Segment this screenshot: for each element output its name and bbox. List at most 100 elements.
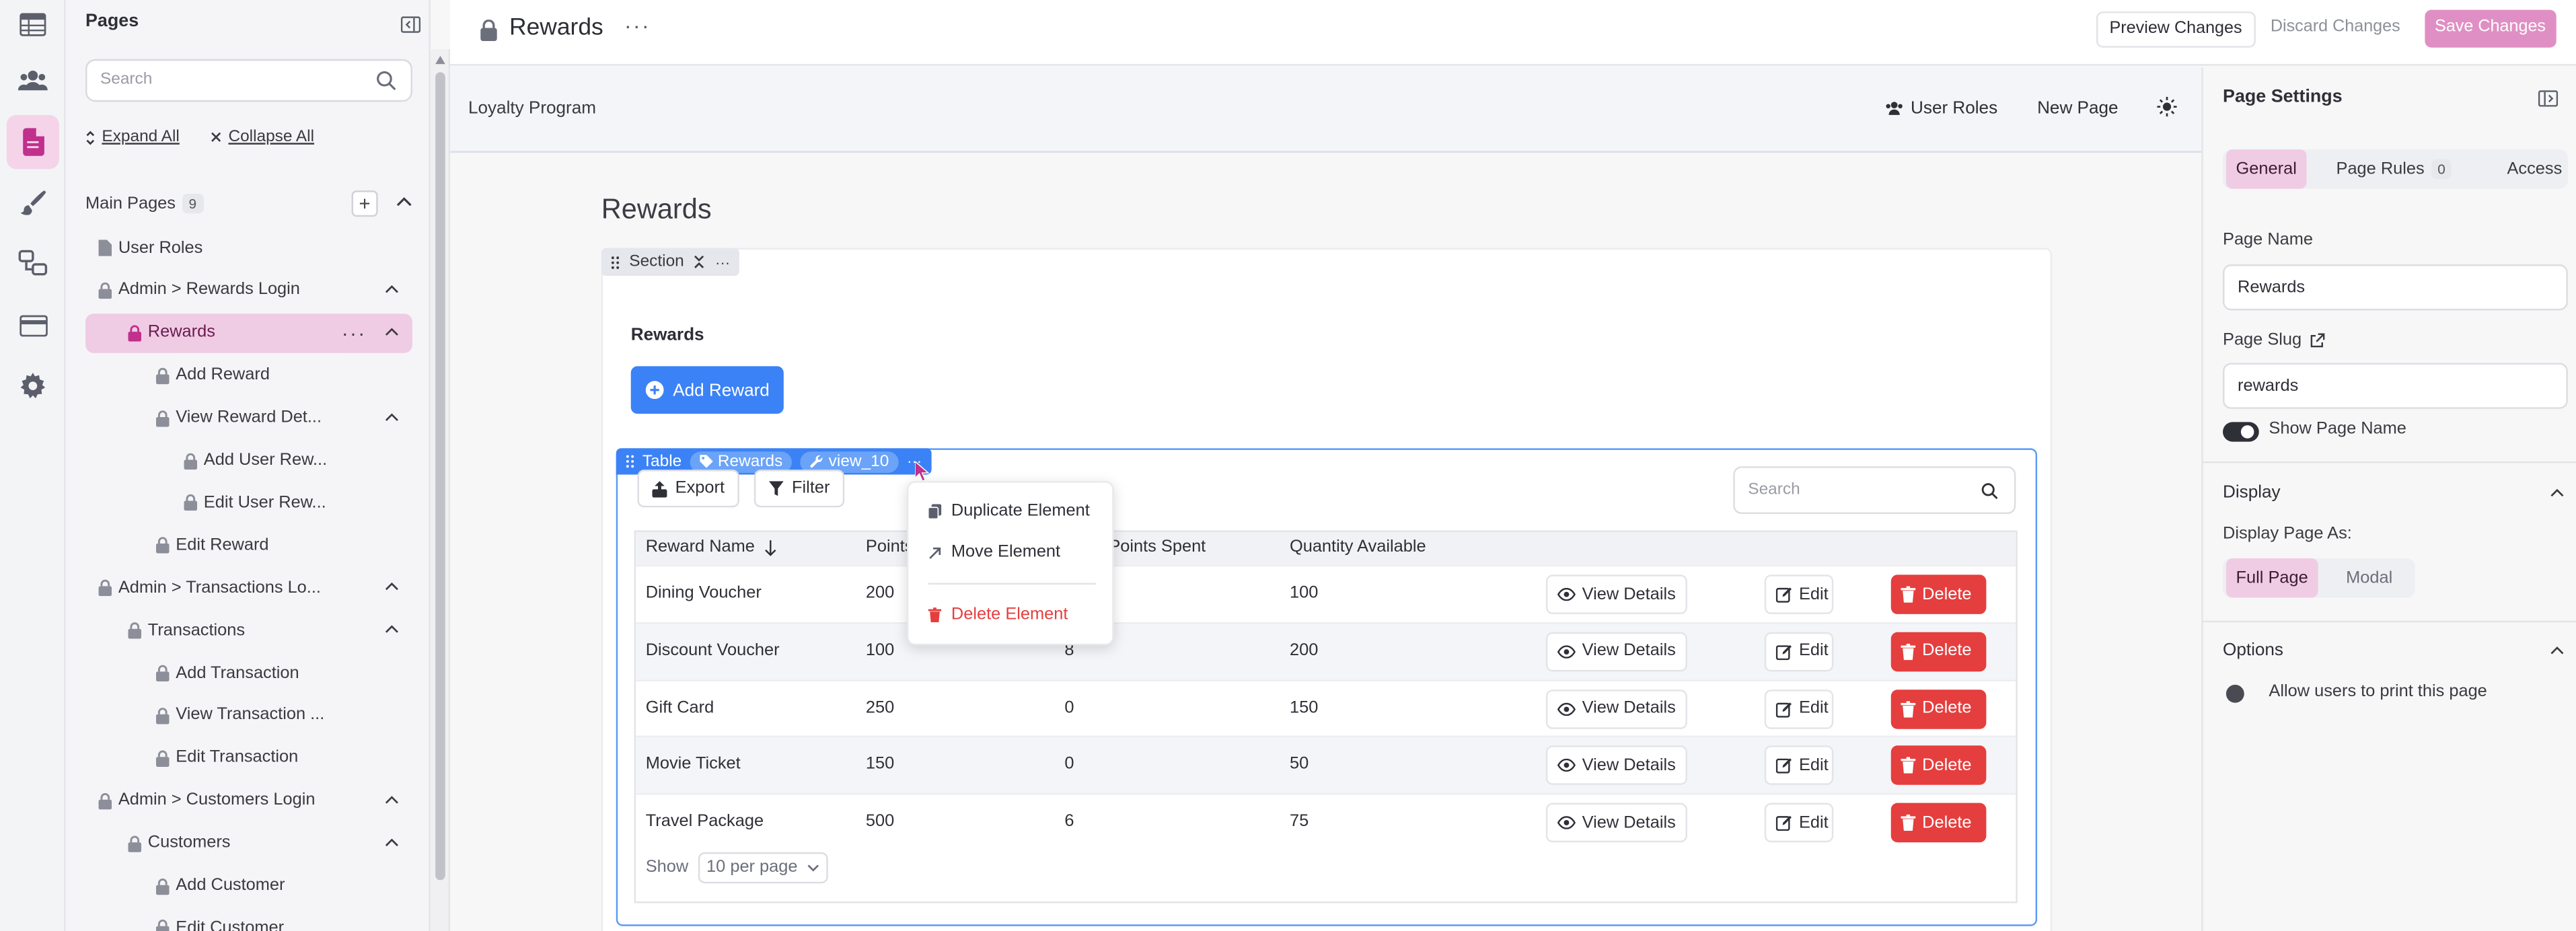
edit-button[interactable]: Edit <box>1764 689 1834 729</box>
view-details-button[interactable]: View Details <box>1545 632 1687 671</box>
delete-button[interactable]: Delete <box>1890 746 1987 786</box>
chevron-up-icon[interactable] <box>384 284 399 294</box>
add-reward-button[interactable]: Add Reward <box>630 366 784 414</box>
collapse-section-icon[interactable] <box>694 254 705 269</box>
pages-search-input[interactable]: Search <box>85 59 412 102</box>
page-tree-item[interactable]: Edit Reward <box>85 526 412 566</box>
chevron-up-icon[interactable] <box>384 794 399 805</box>
gear-icon[interactable] <box>8 361 57 410</box>
collapse-settings-icon[interactable] <box>2538 90 2559 107</box>
page-tree-item[interactable]: Customers <box>85 823 412 863</box>
view-details-button[interactable]: View Details <box>1545 689 1687 729</box>
column-quantity-available[interactable]: Quantity Available <box>1290 539 1426 557</box>
page-tree-item[interactable]: Edit Transaction <box>85 739 412 778</box>
tab-general[interactable]: General <box>2225 149 2307 189</box>
chevron-up-icon[interactable] <box>384 582 399 592</box>
discard-changes-button[interactable]: Discard Changes <box>2271 18 2400 36</box>
chevron-up-icon[interactable] <box>396 197 412 207</box>
add-page-button[interactable]: + <box>351 190 378 217</box>
chevron-up-icon[interactable] <box>384 837 399 847</box>
edit-button[interactable]: Edit <box>1764 632 1834 671</box>
flow-icon[interactable] <box>8 238 57 287</box>
filter-button[interactable]: Filter <box>753 470 845 508</box>
pages-icon[interactable] <box>6 114 59 170</box>
tab-access[interactable]: Access <box>2497 149 2572 189</box>
column-points[interactable]: Points <box>866 539 914 557</box>
collapse-panel-icon[interactable] <box>400 16 421 33</box>
delete-button[interactable]: Delete <box>1890 689 1987 729</box>
external-link-icon[interactable] <box>2310 333 2325 348</box>
chevron-up-icon[interactable] <box>384 326 399 336</box>
duplicate-element-item[interactable]: Duplicate Element <box>928 502 1090 521</box>
users-icon[interactable] <box>8 56 57 105</box>
chevron-up-icon[interactable] <box>384 624 399 634</box>
table-icon[interactable] <box>8 0 57 49</box>
drag-handle-icon[interactable] <box>611 256 620 269</box>
drag-handle-icon[interactable] <box>626 455 634 468</box>
page-name-input[interactable]: Rewards <box>2223 264 2568 311</box>
scroll-thumb[interactable] <box>435 72 445 881</box>
page-slug-input[interactable]: rewards <box>2223 363 2568 409</box>
print-option-toggle[interactable] <box>2225 684 2244 703</box>
expand-all-button[interactable]: Expand All <box>85 128 180 146</box>
column-reward-name[interactable]: Reward Name <box>646 539 778 556</box>
page-tree-item[interactable]: Admin > Rewards Login <box>85 270 412 310</box>
source-chip[interactable]: Rewards <box>690 451 793 472</box>
edit-button[interactable]: Edit <box>1764 746 1834 786</box>
page-tree-item[interactable]: Transactions <box>85 611 412 650</box>
view-key-chip[interactable]: view_10 <box>801 451 899 472</box>
nav-user-roles[interactable]: User Roles <box>1884 98 1997 118</box>
lock-icon <box>98 580 112 597</box>
delete-element-item[interactable]: Delete Element <box>928 606 1068 624</box>
chevron-up-icon[interactable] <box>384 412 399 422</box>
table-search-input[interactable]: Search <box>1733 466 2016 515</box>
page-tree-item[interactable]: Admin > Customers Login <box>85 781 412 821</box>
tab-page-rules[interactable]: Page Rules 0 <box>2326 149 2462 189</box>
edit-button[interactable]: Edit <box>1764 574 1834 614</box>
sort-down-icon[interactable] <box>765 539 778 556</box>
page-options-icon[interactable]: ··· <box>342 322 367 344</box>
preview-changes-button[interactable]: Preview Changes <box>2096 11 2256 48</box>
page-tree-item[interactable]: Add Customer <box>85 866 412 906</box>
chevron-up-icon[interactable] <box>2550 488 2565 498</box>
collapse-all-button[interactable]: Collapse All <box>211 128 314 146</box>
page-tree-item[interactable]: Add User Rew... <box>85 441 412 480</box>
page-tree-item[interactable]: View Transaction ... <box>85 696 412 736</box>
page-tree-item[interactable]: Add Transaction <box>85 654 412 694</box>
app-brand[interactable]: Loyalty Program <box>468 98 596 118</box>
chevron-up-icon[interactable] <box>2550 645 2565 655</box>
sun-icon[interactable] <box>2157 97 2177 117</box>
show-page-name-toggle[interactable] <box>2223 422 2259 442</box>
scroll-up-icon[interactable] <box>435 55 445 65</box>
edit-button[interactable]: Edit <box>1764 803 1834 843</box>
page-tree-item[interactable]: View Reward Det... <box>85 398 412 438</box>
delete-button[interactable]: Delete <box>1890 803 1987 843</box>
save-changes-button[interactable]: Save Changes <box>2425 9 2556 48</box>
delete-button[interactable]: Delete <box>1890 632 1987 671</box>
display-full-page[interactable]: Full Page <box>2225 558 2318 598</box>
brush-icon[interactable] <box>8 178 57 227</box>
column-points-spent[interactable]: Points Spent <box>1109 539 1206 557</box>
per-page-select[interactable]: 10 per page <box>698 852 829 884</box>
page-tree-item[interactable]: Admin > Transactions Lo... <box>85 568 412 608</box>
page-tree-item[interactable]: Edit Customer <box>85 909 412 931</box>
page-tree-item[interactable]: User Roles <box>85 228 412 268</box>
move-element-item[interactable]: Move Element <box>928 544 1060 562</box>
view-details-button[interactable]: View Details <box>1545 803 1687 843</box>
display-section-header[interactable]: Display <box>2223 483 2281 502</box>
delete-button[interactable]: Delete <box>1890 574 1987 614</box>
section-tag[interactable]: Section ··· <box>601 248 740 276</box>
page-options-icon[interactable]: ··· <box>624 13 651 38</box>
view-details-button[interactable]: View Details <box>1545 746 1687 786</box>
page-tree-item[interactable]: Rewards ··· <box>85 313 412 353</box>
page-tree-item[interactable]: Edit User Rew... <box>85 484 412 523</box>
card-icon[interactable] <box>8 301 57 350</box>
pages-scrollbar[interactable] <box>430 49 451 931</box>
page-tree-item[interactable]: Add Reward <box>85 356 412 396</box>
display-modal[interactable]: Modal <box>2336 558 2402 598</box>
nav-new-page[interactable]: New Page <box>2037 98 2118 118</box>
section-options-icon[interactable]: ··· <box>715 254 730 270</box>
export-button[interactable]: Export <box>637 470 739 508</box>
options-section-header[interactable]: Options <box>2223 640 2283 660</box>
view-details-button[interactable]: View Details <box>1545 574 1687 614</box>
